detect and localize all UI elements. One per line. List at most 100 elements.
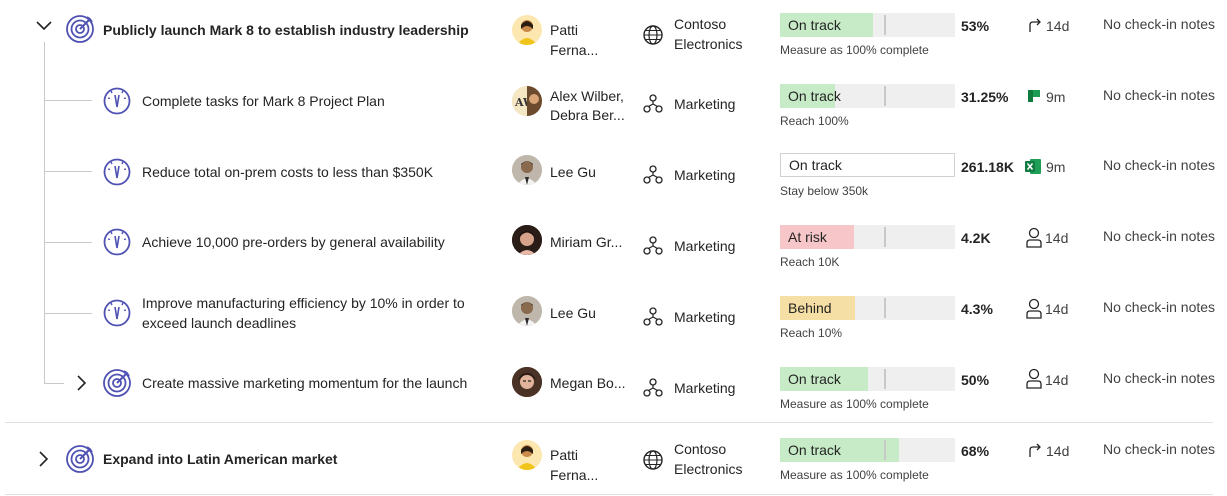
avatar — [512, 296, 542, 326]
planner-icon — [1027, 89, 1045, 107]
goal-target-icon — [65, 14, 95, 44]
checkin-notes[interactable]: No check-in notes — [1103, 297, 1215, 317]
chevron-right-icon[interactable] — [34, 449, 54, 469]
team-name: Marketing — [674, 238, 736, 254]
owner-name-line1: Alex Wilber, — [550, 88, 624, 104]
team-name: Marketing — [674, 96, 736, 112]
key-result-gauge-icon — [102, 227, 132, 257]
person-icon — [1025, 368, 1043, 389]
person-icon — [1025, 298, 1043, 319]
checkin-age: 14d — [1046, 443, 1070, 459]
goal-title[interactable]: Create massive marketing momentum for th… — [142, 373, 467, 393]
goal-title-line2[interactable]: exceed launch deadlines — [142, 313, 296, 333]
target-text: Measure as 100% complete — [780, 43, 929, 57]
progress-value: 31.25% — [961, 89, 1009, 105]
avatar — [512, 155, 542, 185]
owner-name: Megan Bo... — [550, 375, 626, 391]
progress-midpoint-tick — [884, 298, 886, 318]
checkin-notes[interactable]: No check-in notes — [1103, 14, 1215, 34]
progress-midpoint-tick — [884, 227, 886, 247]
goal-title[interactable]: Complete tasks for Mark 8 Project Plan — [142, 91, 385, 111]
goal-target-icon — [102, 368, 132, 398]
progress-value: 4.3% — [961, 301, 993, 317]
goal-row[interactable]: Achieve 10,000 pre-orders by general ava… — [0, 213, 1227, 283]
goal-row[interactable]: Improve manufacturing efficiency by 10% … — [0, 284, 1227, 354]
goal-row[interactable]: Publicly launch Mark 8 to establish indu… — [0, 0, 1227, 70]
status-label: On track — [788, 88, 841, 104]
chevron-right-icon[interactable] — [72, 373, 92, 393]
goal-title[interactable]: Reduce total on-prem costs to less than … — [142, 162, 433, 182]
owner-name-line2: Debra Ber... — [550, 107, 625, 123]
status-progress-bar: On track — [780, 153, 955, 177]
key-result-gauge-icon — [102, 298, 132, 328]
target-text: Reach 10% — [780, 326, 843, 340]
key-result-gauge-icon — [102, 157, 132, 187]
checkin-notes[interactable]: No check-in notes — [1103, 368, 1215, 388]
share-arrow-icon — [1027, 442, 1045, 460]
person-icon — [1025, 227, 1043, 248]
goal-title[interactable]: Expand into Latin American market — [103, 449, 337, 469]
status-progress-bar: On track — [780, 13, 955, 37]
owner-name: Patti Ferna... — [550, 22, 599, 58]
key-result-gauge-icon — [102, 86, 132, 116]
target-text: Stay below 350k — [780, 184, 869, 198]
owner-name: Lee Gu — [550, 164, 596, 180]
checkin-age: 9m — [1046, 159, 1066, 175]
checkin-notes[interactable]: No check-in notes — [1103, 85, 1215, 105]
owner-name: Patti Ferna... — [550, 447, 599, 483]
progress-midpoint-tick — [884, 369, 886, 389]
target-text: Reach 10K — [780, 255, 840, 269]
progress-value: 4.2K — [961, 230, 991, 246]
avatar — [512, 15, 542, 45]
status-label: Behind — [788, 300, 832, 316]
globe-icon — [642, 449, 666, 473]
row-divider — [5, 422, 1213, 423]
goal-row[interactable]: Expand into Latin American market Patti … — [0, 424, 1227, 494]
row-divider — [5, 494, 1213, 495]
status-label: On track — [788, 371, 841, 387]
globe-icon — [642, 24, 666, 48]
checkin-notes[interactable]: No check-in notes — [1103, 226, 1215, 246]
status-label: On track — [788, 17, 841, 33]
goal-row[interactable]: Complete tasks for Mark 8 Project Plan A… — [0, 71, 1227, 141]
team-people-icon — [642, 235, 666, 259]
team-name: Marketing — [674, 309, 736, 325]
goal-title[interactable]: Publicly launch Mark 8 to establish indu… — [103, 20, 469, 40]
progress-midpoint-tick — [884, 86, 886, 106]
team-name: Marketing — [674, 380, 736, 396]
progress-value: 261.18K — [961, 159, 1014, 175]
checkin-age: 14d — [1045, 372, 1069, 388]
goal-row[interactable]: Create massive marketing momentum for th… — [0, 355, 1227, 421]
goal-title-line1[interactable]: Improve manufacturing efficiency by 10% … — [142, 293, 465, 313]
target-text: Measure as 100% complete — [780, 468, 929, 482]
progress-midpoint-tick — [884, 15, 886, 35]
checkin-age: 14d — [1045, 230, 1069, 246]
goal-row[interactable]: Reduce total on-prem costs to less than … — [0, 142, 1227, 212]
goal-target-icon — [65, 444, 95, 474]
team-name: Marketing — [674, 167, 736, 183]
checkin-notes[interactable]: No check-in notes — [1103, 155, 1215, 175]
target-text: Measure as 100% complete — [780, 397, 929, 411]
checkin-age: 14d — [1046, 18, 1070, 34]
status-progress-bar: On track — [780, 438, 955, 462]
checkin-age: 14d — [1045, 301, 1069, 317]
team-people-icon — [642, 377, 666, 401]
owner-name: Lee Gu — [550, 305, 596, 321]
team-name-line2: Electronics — [674, 36, 743, 52]
goal-title[interactable]: Achieve 10,000 pre-orders by general ava… — [142, 232, 445, 252]
status-progress-bar: On track — [780, 367, 955, 391]
avatar: AW — [512, 86, 542, 116]
avatar — [512, 440, 542, 470]
target-text: Reach 100% — [780, 114, 849, 128]
share-arrow-icon — [1027, 17, 1045, 35]
status-label: On track — [789, 157, 842, 173]
chevron-down-icon[interactable] — [34, 16, 54, 36]
excel-icon — [1025, 158, 1043, 176]
status-progress-bar: Behind — [780, 296, 955, 320]
team-people-icon — [642, 164, 666, 188]
progress-value: 68% — [961, 443, 990, 459]
progress-midpoint-tick — [884, 440, 886, 460]
avatar — [512, 367, 542, 397]
checkin-notes[interactable]: No check-in notes — [1103, 439, 1215, 459]
status-label: On track — [788, 442, 841, 458]
